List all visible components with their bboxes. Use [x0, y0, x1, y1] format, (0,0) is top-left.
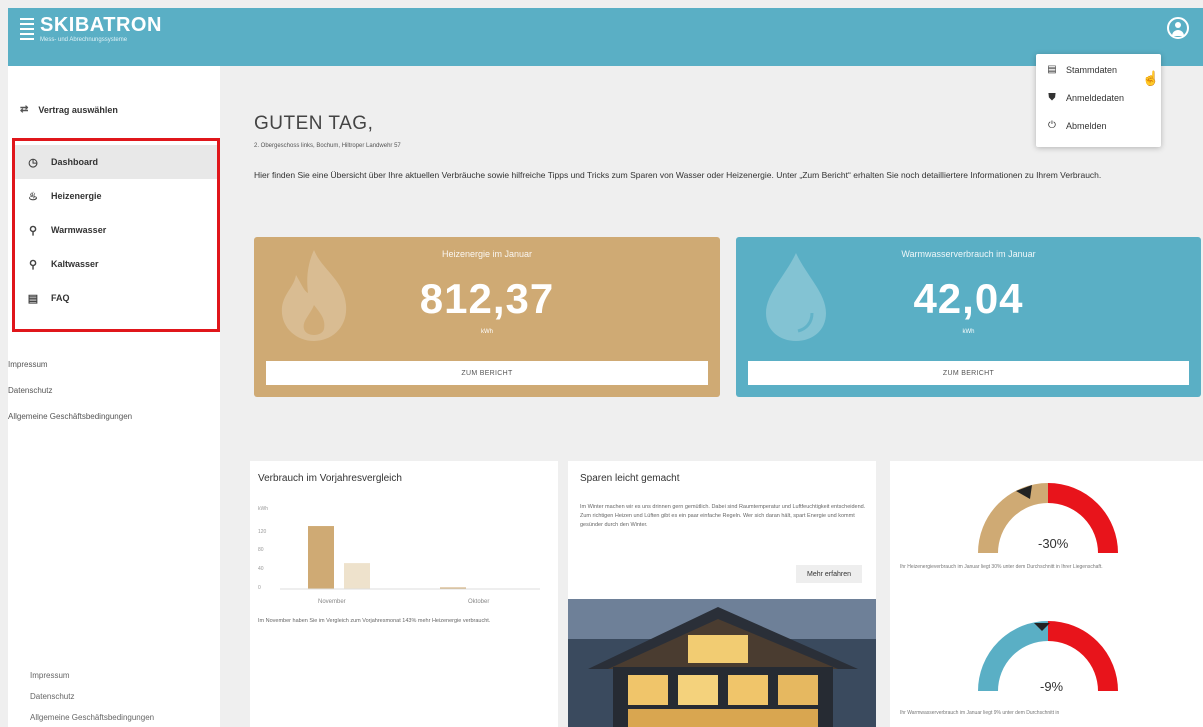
warm-water-card: Warmwasserverbrauch im Januar 42,04 kWh … [736, 237, 1201, 397]
logo[interactable]: SKIBATRON Mess- und Abrechnungssysteme [20, 14, 162, 44]
heat-card-unit: kWh [481, 329, 493, 335]
tap-icon: ⚲ [28, 258, 38, 271]
comparison-card: Verbrauch im Vorjahresvergleich kWh 120 … [250, 461, 558, 727]
chart-x-tick: Oktober [468, 599, 490, 605]
nav-label: Kaltwasser [51, 259, 99, 269]
chart-x-tick: November [318, 599, 346, 605]
faq-icon: ▤ [27, 292, 39, 305]
nav-heizenergie[interactable]: ♨ Heizenergie [15, 179, 217, 213]
chart-bar [308, 526, 334, 589]
logo-subtitle: Mess- und Abrechnungssysteme [40, 37, 128, 43]
logo-icon [20, 18, 34, 40]
intro-text: Hier finden Sie eine Übersicht über Ihre… [254, 170, 1102, 180]
page-title: GUTEN TAG, [254, 113, 374, 134]
footer-link-datenschutz[interactable]: Datenschutz [30, 692, 74, 701]
heat-card-label: Heizenergie im Januar [441, 249, 533, 259]
tips-title: Sparen leicht gemacht [580, 473, 680, 484]
logo-title: SKIBATRON [40, 14, 162, 36]
footer-link-agb[interactable]: Allgemeine Geschäftsbedingungen [30, 713, 154, 722]
nav-label: Dashboard [51, 157, 99, 167]
heat-gauge-description: Ihr Heizenergieverbrauch im Januar liegt… [900, 564, 1103, 570]
main-navigation: ◷ Dashboard ♨ Heizenergie ⚲ Warmwasser ⚲… [12, 138, 220, 332]
water-report-button[interactable]: ZUM BERICHT [748, 361, 1189, 385]
address: 2. Obergeschoss links, Bochum, Hiltroper… [254, 143, 401, 149]
menu-item-label: Anmeldedaten [1066, 92, 1125, 103]
heat-card-value: 812,37 [419, 275, 555, 322]
shield-icon: ⛊ [1048, 92, 1056, 103]
menu-item-label: Stammdaten [1066, 64, 1118, 75]
link-datenschutz[interactable]: Datenschutz [8, 386, 52, 395]
water-card-unit: kWh [962, 329, 975, 335]
chart-bar [344, 563, 370, 589]
house-image [568, 599, 876, 727]
nav-dashboard[interactable]: ◷ Dashboard [15, 145, 217, 179]
menu-item-label: Abmelden [1066, 120, 1107, 131]
footer-link-impressum[interactable]: Impressum [30, 671, 70, 680]
comparison-description: Im November haben Sie im Vergleich zum V… [258, 618, 491, 624]
select-contract-label: Vertrag auswählen [38, 104, 118, 115]
link-impressum[interactable]: Impressum [8, 360, 48, 369]
swap-arrows-icon: ⇄ [20, 104, 29, 115]
nav-label: FAQ [51, 293, 70, 303]
select-contract-button[interactable]: ⇄ Vertrag auswählen [20, 104, 118, 115]
learn-more-button[interactable]: Mehr erfahren [796, 565, 862, 583]
user-menu-dropdown: ▤ Stammdaten ⛊ Anmeldedaten ⏻ Abmelden [1036, 54, 1161, 147]
clock-icon: ◷ [28, 156, 38, 169]
water-card-label: Warmwasserverbrauch im Januar [901, 249, 1036, 259]
user-account-icon[interactable] [1167, 17, 1189, 39]
power-icon: ⏻ [1048, 120, 1056, 131]
app-header: SKIBATRON Mess- und Abrechnungssysteme [8, 8, 1203, 66]
heat-energy-card: Heizenergie im Januar 812,37 kWh ZUM BER… [254, 237, 720, 397]
menu-item-stammdaten[interactable]: ▤ Stammdaten [1046, 64, 1117, 75]
flame-icon: ♨ [28, 190, 38, 203]
sidebar: ⇄ Vertrag auswählen ◷ Dashboard ♨ Heizen… [8, 66, 220, 727]
nav-label: Warmwasser [51, 225, 107, 235]
tap-icon: ⚲ [28, 224, 38, 237]
heat-report-button[interactable]: ZUM BERICHT [266, 361, 708, 385]
hand-cursor-icon: ☝ [1142, 70, 1160, 86]
tips-card: Sparen leicht gemacht Im Winter machen w… [568, 461, 876, 727]
nav-warmwasser[interactable]: ⚲ Warmwasser [15, 213, 217, 247]
document-icon: ▤ [1047, 64, 1057, 75]
water-card-value: 42,04 [913, 275, 1024, 322]
comparison-bar-chart [280, 526, 540, 590]
water-gauge-percent: -9% [1040, 679, 1064, 694]
gauges-card: -30% Ihr Heizenergieverbrauch im Januar … [890, 461, 1203, 727]
heat-gauge-percent: -30% [1038, 536, 1069, 551]
link-agb[interactable]: Allgemeine Geschäftsbedingungen [8, 412, 132, 421]
nav-kaltwasser[interactable]: ⚲ Kaltwasser [15, 247, 217, 281]
tips-text: Im Winter machen wir es uns drinnen gern… [580, 504, 866, 528]
nav-label: Heizenergie [51, 191, 102, 201]
nav-faq[interactable]: ▤ FAQ [15, 281, 217, 315]
menu-item-abmelden[interactable]: ⏻ Abmelden [1046, 120, 1107, 131]
menu-item-anmeldedaten[interactable]: ⛊ Anmeldedaten [1046, 92, 1124, 103]
water-gauge-description: Ihr Warmwasserverbrauch im Januar liegt … [900, 710, 1060, 716]
